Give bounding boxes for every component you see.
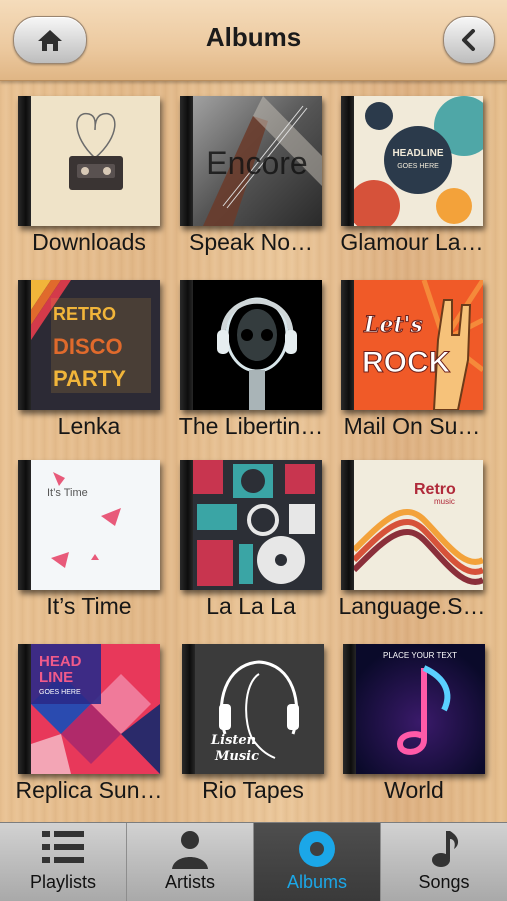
tab-albums[interactable]: Albums — [254, 823, 381, 901]
album-title: Downloads — [32, 229, 146, 255]
album-title: Glamour La… — [340, 229, 484, 255]
album-title: Language.S… — [338, 593, 486, 619]
list-icon — [42, 831, 84, 863]
origami-birds-art: It’s Time — [31, 460, 160, 590]
music-gear-art — [193, 460, 322, 590]
album-cover[interactable]: HEAD LINE GOES HERE — [18, 644, 160, 774]
cover-text: Music — [214, 749, 259, 764]
album-spine — [180, 280, 193, 410]
person-icon — [172, 831, 208, 869]
cover-text: RETRO — [53, 304, 116, 324]
tab-playlists[interactable]: Playlists — [0, 823, 127, 901]
album-spine — [341, 280, 354, 410]
album-cover[interactable]: Let's ROCK — [341, 280, 483, 410]
tab-songs[interactable]: Songs — [381, 823, 507, 901]
cover-headline: HEADLINE — [392, 148, 443, 159]
lets-rock-art: Let's ROCK — [354, 280, 483, 410]
album-spine — [180, 96, 193, 226]
cover-text: GOES HERE — [39, 689, 81, 696]
album-spine — [180, 460, 193, 590]
header-bar: Albums — [0, 0, 507, 81]
xray-headphones-art — [193, 280, 322, 410]
cassette-heart-art — [31, 96, 160, 226]
album-title: La La La — [206, 593, 296, 619]
cover-subline: GOES HERE — [397, 163, 439, 170]
album-cover[interactable] — [18, 96, 160, 226]
tab-label: Artists — [164, 872, 215, 892]
album-cover[interactable]: It’s Time — [18, 460, 160, 590]
cover-text: music — [434, 497, 455, 506]
cover-text: Listen — [210, 733, 256, 748]
album-title: Rio Tapes — [202, 777, 304, 803]
diamond-pattern-art: HEAD LINE GOES HERE — [31, 644, 160, 774]
tab-label: Albums — [286, 872, 348, 892]
music-note-icon — [432, 831, 459, 867]
page-title: Albums — [205, 22, 302, 52]
cover-text: Let's — [363, 312, 423, 338]
circles-art: HEADLINE GOES HERE — [354, 96, 483, 226]
guitar-art: Encore — [193, 96, 322, 226]
album-spine — [18, 280, 31, 410]
album-spine — [182, 644, 195, 774]
tab-artists[interactable]: Artists — [127, 823, 254, 901]
retro-stripes-art: Retro music — [354, 460, 483, 590]
album-cover[interactable] — [180, 460, 322, 590]
retro-disco-art: RETRO DISCO PARTY — [31, 280, 160, 410]
album-title: Replica Sun… — [15, 777, 163, 803]
cover-text: DISCO — [53, 334, 123, 359]
cover-text: It’s Time — [47, 487, 88, 499]
album-title: World — [384, 777, 444, 803]
album-spine — [18, 460, 31, 590]
album-title: Speak No… — [188, 229, 313, 255]
album-spine — [341, 96, 354, 226]
album-spine — [341, 460, 354, 590]
cover-text: Retro — [414, 481, 456, 498]
album-title: Lenka — [57, 413, 121, 439]
tab-label: Songs — [418, 872, 470, 892]
cover-text: LINE — [39, 669, 73, 686]
album-title: It’s Time — [46, 593, 132, 619]
back-button[interactable] — [443, 16, 495, 64]
album-title: Mail On Su… — [343, 413, 481, 439]
cover-text: HEAD — [39, 653, 82, 670]
album-cover[interactable]: Listen Music — [182, 644, 324, 774]
album-cover[interactable]: RETRO DISCO PARTY — [18, 280, 160, 410]
album-spine — [343, 644, 356, 774]
album-spine — [18, 96, 31, 226]
cover-text: PARTY — [53, 366, 126, 391]
chevron-left-icon — [462, 29, 475, 51]
disc-icon — [299, 831, 335, 867]
listen-music-art: Listen Music — [195, 644, 324, 774]
album-title: The Libertin… — [178, 413, 324, 439]
cover-text: PLACE YOUR TEXT — [383, 651, 457, 660]
album-spine — [18, 644, 31, 774]
neon-note-art: PLACE YOUR TEXT — [356, 644, 485, 774]
tab-bar: Playlists Artists Albums Songs — [0, 822, 507, 901]
album-cover[interactable]: Encore — [180, 96, 322, 226]
album-cover[interactable]: PLACE YOUR TEXT — [343, 644, 485, 774]
album-cover[interactable]: Retro music — [341, 460, 483, 590]
cover-text: ROCK — [362, 346, 451, 379]
album-cover[interactable] — [180, 280, 322, 410]
app-screen: Albums Downloads Encore Speak No… HEADLI… — [0, 0, 507, 901]
album-cover[interactable]: HEADLINE GOES HERE — [341, 96, 483, 226]
tab-label: Playlists — [29, 872, 96, 892]
cover-text: Encore — [206, 145, 307, 181]
